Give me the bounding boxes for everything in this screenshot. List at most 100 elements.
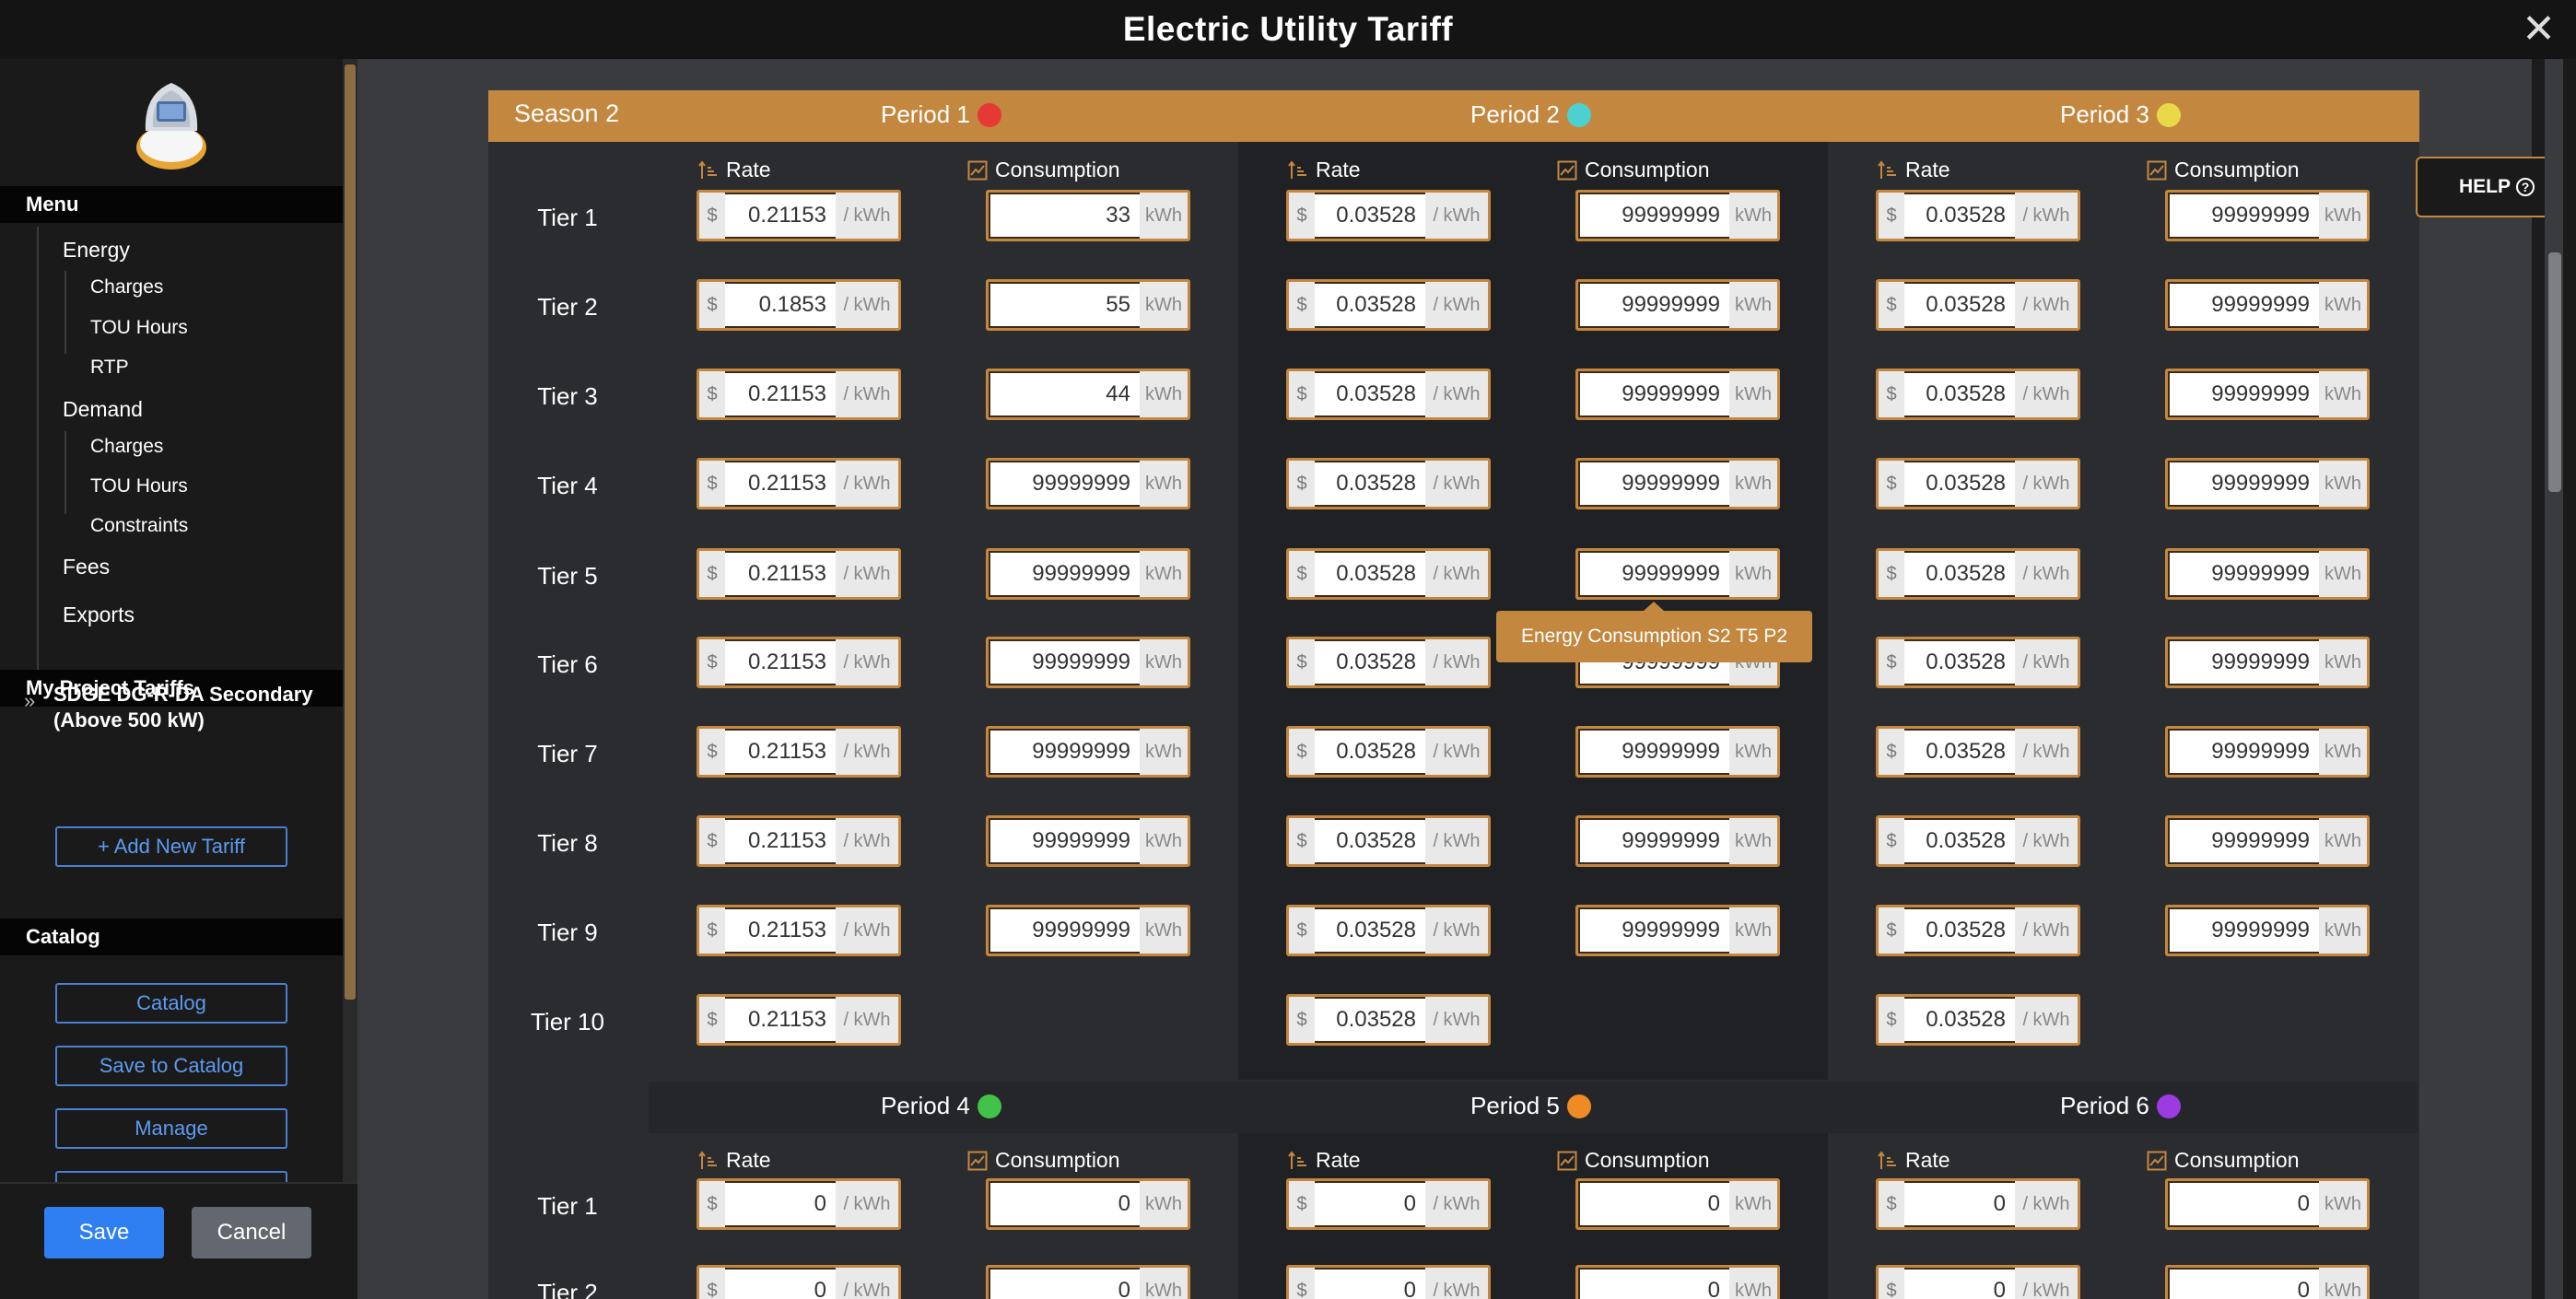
consumption-value[interactable]: 0: [1578, 1191, 1729, 1217]
consumption-input[interactable]: 0 kWh: [986, 1178, 1190, 1230]
nav-energy[interactable]: Energy: [63, 238, 130, 263]
consumption-value[interactable]: 99999999: [989, 739, 1140, 765]
sidebar-scroll-thumb[interactable]: [345, 64, 356, 1000]
rate-value[interactable]: 0.03528: [1315, 381, 1425, 407]
rate-value[interactable]: 0.03528: [1315, 561, 1425, 587]
consumption-input[interactable]: 99999999kWh: [2165, 637, 2370, 688]
consumption-input[interactable]: 44 kWh: [986, 369, 1190, 420]
rate-value[interactable]: 0.03528: [1315, 203, 1425, 228]
nav-demand[interactable]: Demand: [63, 397, 143, 422]
consumption-value[interactable]: 99999999: [989, 650, 1140, 675]
rate-value[interactable]: 0.03528: [1315, 471, 1425, 497]
rate-value[interactable]: 0.21153: [725, 1007, 836, 1033]
consumption-input[interactable]: 99999999kWh: [2165, 190, 2370, 241]
consumption-input[interactable]: 99999999kWh: [1575, 369, 1780, 420]
consumption-input[interactable]: 99999999kWh: [2165, 815, 2370, 867]
consumption-input[interactable]: 99999999kWh: [986, 458, 1190, 509]
rate-input[interactable]: $0.21153/ kWh: [697, 458, 901, 509]
consumption-input[interactable]: 99999999kWh: [986, 815, 1190, 867]
rate-input[interactable]: $0.03528/ kWh: [1286, 458, 1491, 509]
rate-value[interactable]: 0.03528: [1315, 918, 1425, 943]
consumption-input[interactable]: 99999999kWh: [1575, 905, 1780, 956]
rate-input[interactable]: $0.03528/ kWh: [1286, 994, 1491, 1046]
rate-value[interactable]: 0.21153: [725, 739, 836, 765]
rate-value[interactable]: 0.21153: [725, 561, 836, 587]
rate-input[interactable]: $0.21153/ kWh: [697, 190, 901, 241]
tariff-item[interactable]: SDGE DG-R-DA Secondary (Above 500 kW): [53, 682, 330, 733]
consumption-value[interactable]: 99999999: [1578, 561, 1729, 587]
consumption-input[interactable]: 99999999kWh: [1575, 815, 1780, 867]
consumption-value[interactable]: 99999999: [1578, 828, 1729, 854]
consumption-value[interactable]: 99999999: [2168, 918, 2319, 943]
rate-value[interactable]: 0.21153: [725, 918, 836, 943]
rate-input[interactable]: $0.1853/ kWh: [697, 279, 901, 331]
sidebar-scrollbar[interactable]: [343, 59, 357, 1299]
rate-input[interactable]: $0.03528/ kWh: [1286, 637, 1491, 688]
rate-input[interactable]: $0/ kWh: [1286, 1265, 1491, 1299]
add-tariff-button[interactable]: + Add New Tariff: [55, 826, 287, 867]
consumption-value[interactable]: 99999999: [1578, 292, 1729, 318]
rate-value[interactable]: 0.03528: [1904, 381, 2015, 407]
consumption-value[interactable]: 99999999: [989, 561, 1140, 587]
consumption-value[interactable]: 0: [2168, 1191, 2319, 1217]
main-scrollbar[interactable]: [2545, 59, 2563, 1299]
consumption-input[interactable]: 99999999kWh: [2165, 905, 2370, 956]
save-to-catalog-button[interactable]: Save to Catalog: [55, 1046, 287, 1086]
consumption-input[interactable]: 99999999kWh: [1575, 279, 1780, 331]
rate-input[interactable]: $0.21153/ kWh: [697, 726, 901, 778]
rate-input[interactable]: $0.03528/ kWh: [1876, 637, 2080, 688]
rate-value[interactable]: 0.03528: [1904, 471, 2015, 497]
rate-value[interactable]: 0.21153: [725, 650, 836, 675]
rate-input[interactable]: $0.03528/ kWh: [1286, 369, 1491, 420]
rate-value[interactable]: 0.03528: [1904, 828, 2015, 854]
consumption-input[interactable]: 99999999kWh: [986, 548, 1190, 600]
nav-fees[interactable]: Fees: [63, 555, 110, 579]
consumption-value[interactable]: 99999999: [989, 918, 1140, 943]
rate-input[interactable]: $0.21153/ kWh: [697, 815, 901, 867]
consumption-value[interactable]: 99999999: [2168, 561, 2319, 587]
nav-energy-tou-hours[interactable]: TOU Hours: [90, 317, 188, 339]
consumption-input[interactable]: 99999999kWh: [986, 726, 1190, 778]
rate-value[interactable]: 0: [1315, 1278, 1425, 1299]
rate-input[interactable]: $0/ kWh: [1286, 1178, 1491, 1230]
rate-input[interactable]: $0.03528/ kWh: [1876, 279, 2080, 331]
rate-value[interactable]: 0: [725, 1278, 836, 1299]
consumption-value[interactable]: 33: [989, 203, 1140, 228]
consumption-input[interactable]: 0 kWh: [1575, 1265, 1780, 1299]
catalog-button[interactable]: Catalog: [55, 983, 287, 1024]
consumption-input[interactable]: 0 kWh: [2165, 1265, 2370, 1299]
rate-value[interactable]: 0.03528: [1904, 561, 2015, 587]
rate-input[interactable]: $0.03528/ kWh: [1876, 905, 2080, 956]
consumption-value[interactable]: 99999999: [2168, 471, 2319, 497]
rate-value[interactable]: 0.03528: [1315, 1007, 1425, 1033]
rate-input[interactable]: $0/ kWh: [1876, 1265, 2080, 1299]
rate-value[interactable]: 0.03528: [1904, 203, 2015, 228]
consumption-input[interactable]: 99999999kWh: [2165, 548, 2370, 600]
consumption-value[interactable]: 99999999: [1578, 381, 1729, 407]
nav-energy-charges[interactable]: Charges: [90, 276, 163, 298]
consumption-value[interactable]: 0: [1578, 1278, 1729, 1299]
rate-value[interactable]: 0.1853: [725, 292, 836, 318]
consumption-input[interactable]: 99999999kWh: [2165, 726, 2370, 778]
nav-energy-rtp[interactable]: RTP: [90, 357, 129, 379]
consumption-input[interactable]: 33 kWh: [986, 190, 1190, 241]
consumption-input[interactable]: 99999999kWh: [2165, 369, 2370, 420]
rate-value[interactable]: 0.21153: [725, 381, 836, 407]
rate-value[interactable]: 0.03528: [1315, 828, 1425, 854]
consumption-value[interactable]: 0: [989, 1191, 1140, 1217]
consumption-value[interactable]: 0: [989, 1278, 1140, 1299]
rate-input[interactable]: $0.03528/ kWh: [1286, 548, 1491, 600]
rate-input[interactable]: $0.21153/ kWh: [697, 994, 901, 1046]
rate-value[interactable]: 0: [1315, 1191, 1425, 1217]
consumption-input[interactable]: 99999999kWh: [1575, 458, 1780, 509]
consumption-value[interactable]: 99999999: [2168, 381, 2319, 407]
rate-value[interactable]: 0.03528: [1315, 292, 1425, 318]
rate-input[interactable]: $0.21153/ kWh: [697, 905, 901, 956]
rate-input[interactable]: $0.21153/ kWh: [697, 369, 901, 420]
manage-button[interactable]: Manage: [55, 1108, 287, 1149]
consumption-value[interactable]: 0: [2168, 1278, 2319, 1299]
rate-input[interactable]: $0/ kWh: [697, 1265, 901, 1299]
consumption-value[interactable]: 99999999: [2168, 203, 2319, 228]
consumption-value[interactable]: 44: [989, 381, 1140, 407]
rate-value[interactable]: 0.21153: [725, 828, 836, 854]
